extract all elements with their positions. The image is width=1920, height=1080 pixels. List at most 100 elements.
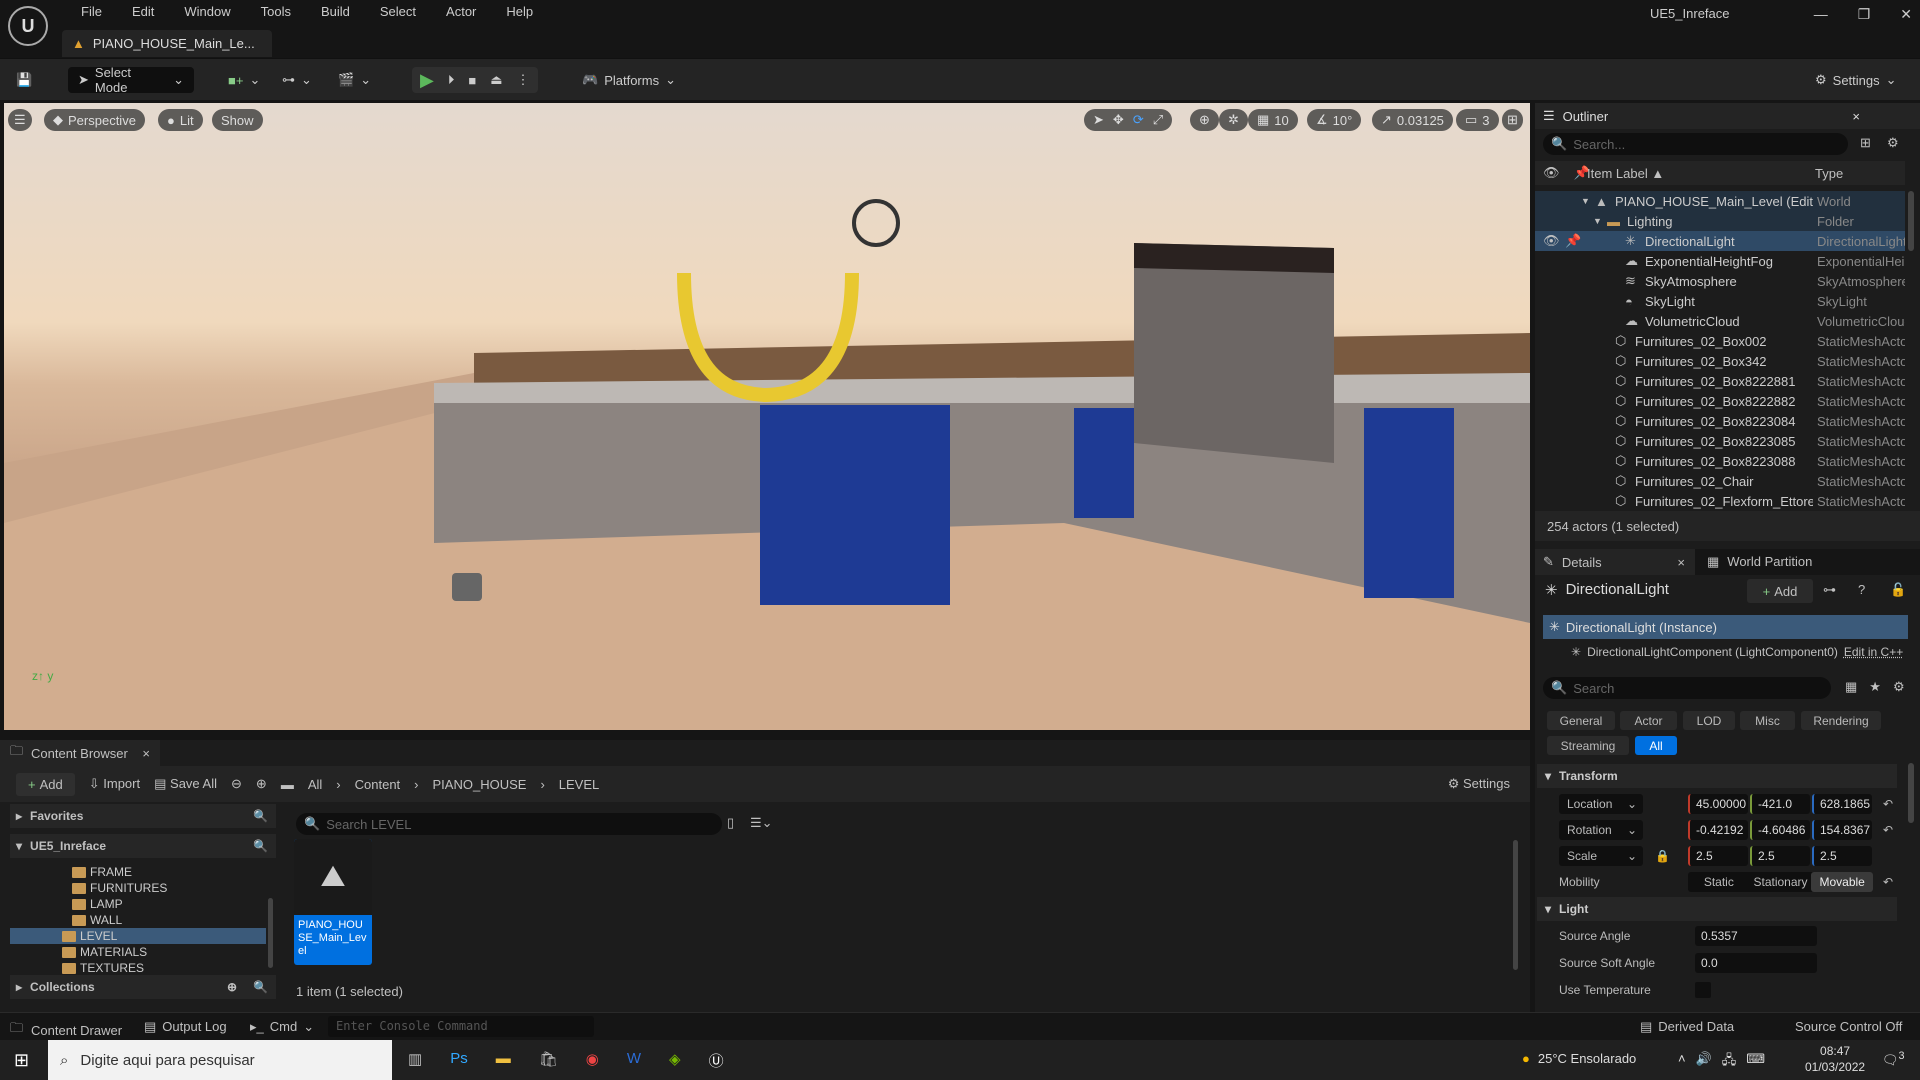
scale-y-input[interactable]: 2.5: [1750, 846, 1810, 866]
show-button[interactable]: Show: [212, 109, 263, 131]
maximize-icon[interactable]: ❐: [1858, 6, 1871, 23]
settings-button[interactable]: ⚙ Settings: [1448, 776, 1510, 792]
layout-button[interactable]: ⊞: [1502, 109, 1523, 131]
search-icon[interactable]: 🔍: [253, 980, 268, 994]
folder-item[interactable]: LAMP: [10, 896, 266, 912]
filter-general[interactable]: General: [1547, 711, 1615, 730]
edit-in-cpp-link[interactable]: Edit in C++: [1844, 645, 1903, 659]
table-icon[interactable]: ▦: [1845, 679, 1857, 695]
favorites-section[interactable]: ▸ Favorites 🔍: [10, 804, 276, 828]
stop-icon[interactable]: ■: [468, 73, 476, 88]
item-label-column[interactable]: Item Label ▲: [1587, 166, 1664, 181]
pin-icon[interactable]: 📌: [1565, 233, 1581, 249]
chrome-icon[interactable]: ◉: [586, 1050, 599, 1071]
outliner-search[interactable]: 🔍 Search...: [1543, 133, 1848, 155]
scale-z-input[interactable]: 2.5: [1812, 846, 1872, 866]
eject-icon[interactable]: ⏏: [490, 72, 502, 88]
add-actor-button[interactable]: ■+ ⌄: [228, 67, 260, 93]
folder-item[interactable]: TEXTURES: [10, 960, 266, 976]
add-filter-icon[interactable]: ⊞: [1860, 135, 1871, 151]
outliner-row[interactable]: ⬡ Furnitures_02_Flexform_Ettore StaticMesh…: [1535, 491, 1905, 511]
lit-button[interactable]: ● Lit: [158, 109, 203, 131]
play-icon[interactable]: ▶: [420, 70, 434, 91]
eye-icon[interactable]: 👁: [1543, 233, 1560, 249]
unreal-icon[interactable]: Ⓤ: [709, 1050, 724, 1071]
translate-tool-icon[interactable]: ✥: [1113, 112, 1124, 128]
scale-x-input[interactable]: 2.5: [1688, 846, 1748, 866]
windows-start-icon[interactable]: ⊞: [14, 1050, 29, 1071]
folder-tree-scrollbar[interactable]: [268, 898, 273, 968]
outliner-row[interactable]: ⬡ Furnitures_02_Box8222881 StaticMeshActor: [1535, 371, 1905, 391]
reset-icon[interactable]: ↶: [1883, 875, 1893, 889]
folder-item[interactable]: LEVEL: [10, 928, 266, 944]
folder-item[interactable]: FURNITURES: [10, 880, 266, 896]
filter-rendering[interactable]: Rendering: [1801, 711, 1881, 730]
notifications-icon[interactable]: 🗨3: [1882, 1050, 1905, 1068]
network-icon[interactable]: 🖧: [1722, 1051, 1737, 1073]
close-icon[interactable]: ×: [1852, 109, 1860, 124]
more-options-icon[interactable]: ⋮: [517, 72, 530, 88]
store-icon[interactable]: 🛍: [539, 1050, 558, 1071]
filter-actor[interactable]: Actor: [1620, 711, 1677, 730]
save-icon[interactable]: 💾: [16, 67, 32, 93]
outliner-row[interactable]: ☁ VolumetricCloud VolumetricCloud: [1535, 311, 1905, 331]
details-scrollbar[interactable]: [1908, 763, 1914, 823]
location-y-input[interactable]: -421.0: [1750, 794, 1810, 814]
source-angle-input[interactable]: 0.5357: [1695, 926, 1817, 946]
asset-tile[interactable]: ⛰ PIANO_HOUSE_Main_Level: [294, 839, 372, 965]
close-icon[interactable]: ×: [1677, 555, 1685, 570]
outliner-row[interactable]: ⬡ Furnitures_02_Chair StaticMeshActor: [1535, 471, 1905, 491]
unreal-logo[interactable]: U: [8, 6, 48, 46]
rotation-x-input[interactable]: -0.42192: [1688, 820, 1748, 840]
content-drawer-button[interactable]: 🗀 Content Drawer: [10, 1019, 122, 1041]
location-mode-dropdown[interactable]: Location ⌄: [1559, 794, 1643, 814]
gear-icon[interactable]: ⚙: [1893, 679, 1905, 695]
viewport-menu-button[interactable]: ☰: [8, 109, 32, 131]
content-browser-tab[interactable]: 🗀 Content Browser ×: [0, 740, 160, 766]
outliner-row[interactable]: ⬡ Furnitures_02_Box8223084 StaticMeshActor: [1535, 411, 1905, 431]
nvidia-icon[interactable]: ◈: [669, 1050, 681, 1071]
menu-edit[interactable]: Edit: [117, 4, 169, 19]
rotation-z-input[interactable]: 154.8367: [1812, 820, 1872, 840]
location-x-input[interactable]: 45.00000: [1688, 794, 1748, 814]
add-collection-icon[interactable]: ⊕: [227, 980, 237, 994]
add-button[interactable]: + Add: [16, 772, 75, 796]
camera-speed[interactable]: ▭ 3: [1456, 109, 1499, 131]
outliner-tab[interactable]: ☰ Outliner ×: [1535, 103, 1920, 129]
save-all-button[interactable]: ▤ Save All: [154, 776, 217, 792]
location-z-input[interactable]: 628.1865: [1812, 794, 1872, 814]
light-section[interactable]: ▾ Light: [1537, 897, 1897, 921]
forward-icon[interactable]: ⊕: [256, 776, 267, 792]
world-partition-tab[interactable]: ▦ World Partition: [1695, 554, 1812, 570]
save-search-icon[interactable]: ▯: [727, 815, 734, 831]
type-column[interactable]: Type: [1815, 166, 1843, 181]
filter-misc[interactable]: Misc: [1740, 711, 1795, 730]
menu-select[interactable]: Select: [365, 4, 431, 19]
folder-item[interactable]: WALL: [10, 912, 266, 928]
outliner-row[interactable]: ▼ ▬ Lighting Folder: [1535, 211, 1905, 231]
word-icon[interactable]: W: [627, 1050, 641, 1071]
gear-icon[interactable]: ⚙: [1887, 135, 1899, 151]
source-soft-angle-input[interactable]: 0.0: [1695, 953, 1817, 973]
reset-icon[interactable]: ↶: [1883, 797, 1893, 811]
surface-snap-toggle[interactable]: ✲: [1219, 109, 1248, 131]
collections-section[interactable]: ▸ Collections ⊕ 🔍: [10, 975, 276, 999]
outliner-row[interactable]: ⬡ Furnitures_02_Box002 StaticMeshActor: [1535, 331, 1905, 351]
details-tab[interactable]: ✎ Details ×: [1535, 549, 1695, 575]
breadcrumb-level[interactable]: LEVEL: [559, 777, 599, 792]
scale-tool-icon[interactable]: ⤢: [1153, 112, 1163, 128]
breadcrumb-content[interactable]: Content: [355, 777, 401, 792]
import-button[interactable]: ⇩ Import: [89, 776, 140, 792]
menu-file[interactable]: File: [66, 4, 117, 19]
asset-search[interactable]: 🔍 Search LEVEL: [296, 813, 722, 835]
step-icon[interactable]: ⏵: [448, 72, 455, 88]
close-icon[interactable]: ×: [142, 746, 150, 761]
file-explorer-icon[interactable]: ▬: [496, 1050, 511, 1071]
scale-mode-dropdown[interactable]: Scale ⌄: [1559, 846, 1643, 866]
outliner-scrollbar[interactable]: [1908, 191, 1914, 251]
volume-icon[interactable]: 🔊: [1696, 1051, 1712, 1073]
outliner-row[interactable]: ⬡ Furnitures_02_Box8223085 StaticMeshActor: [1535, 431, 1905, 451]
select-mode-dropdown[interactable]: ➤ Select Mode ⌄: [68, 65, 194, 95]
outliner-row[interactable]: ≋ SkyAtmosphere SkyAtmosphere: [1535, 271, 1905, 291]
scale-snap[interactable]: ↗ 0.03125: [1372, 109, 1453, 131]
